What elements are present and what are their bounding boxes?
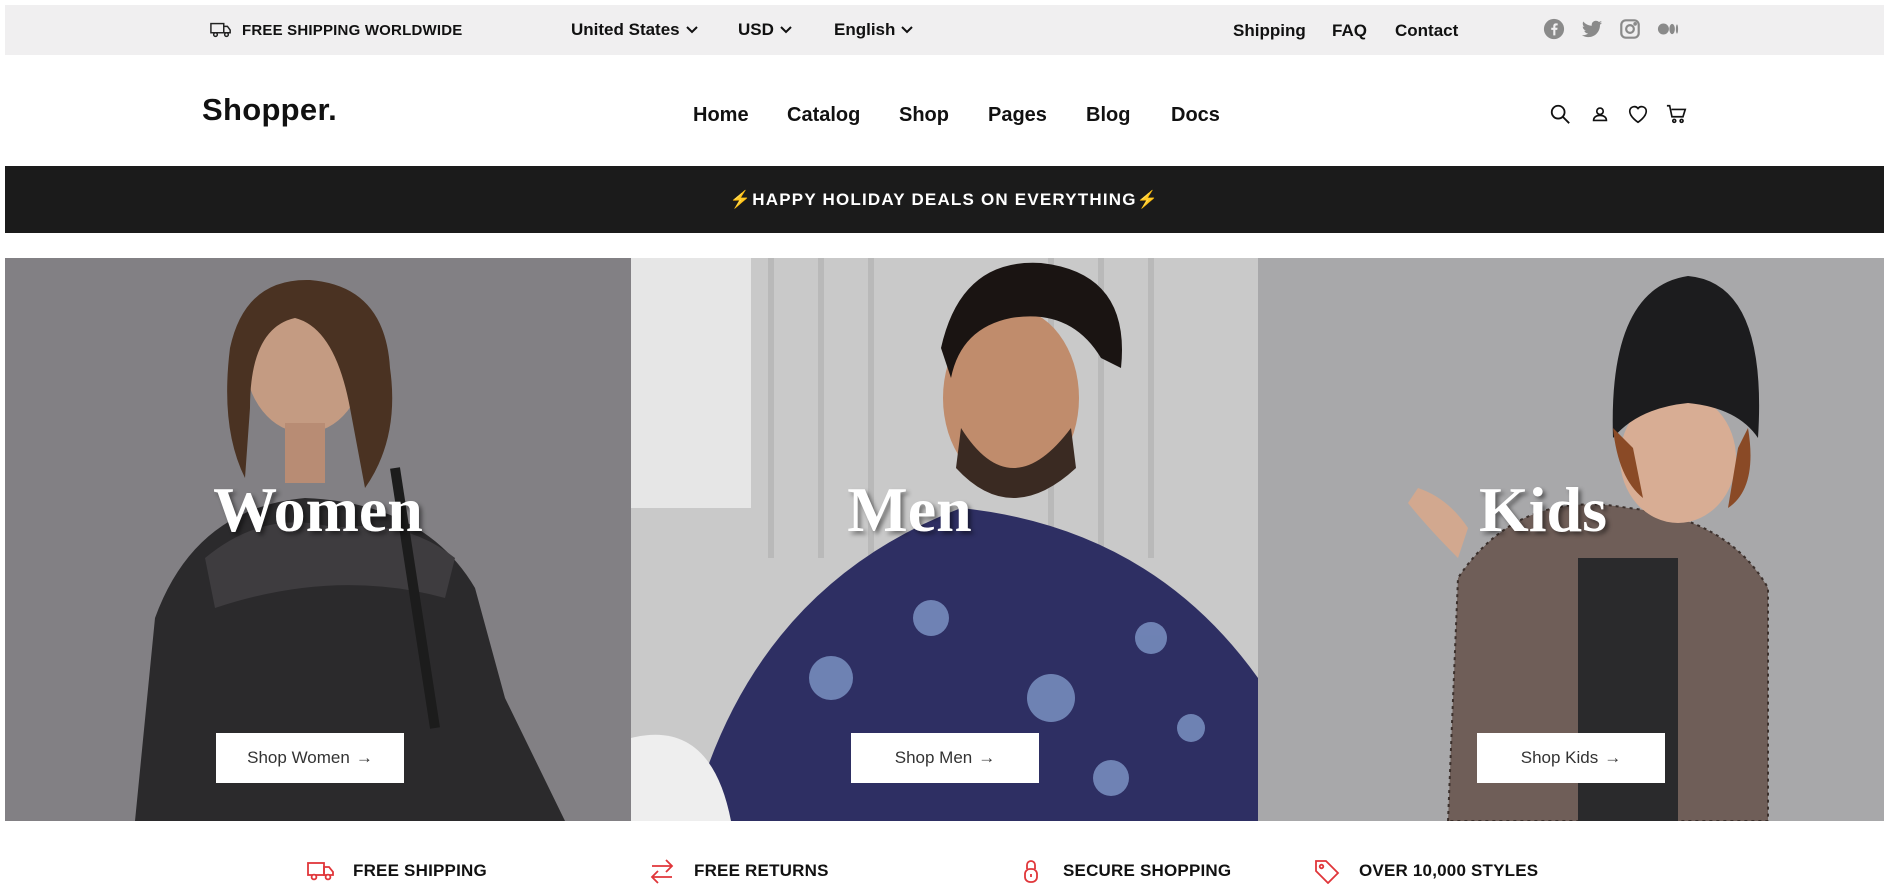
cart-icon[interactable] <box>1666 103 1688 125</box>
shop-kids-label: Shop Kids <box>1520 748 1599 767</box>
contact-link[interactable]: Contact <box>1395 21 1458 41</box>
truck-icon <box>210 22 231 38</box>
arrow-right-icon: → <box>1604 748 1622 767</box>
user-icon[interactable] <box>1589 103 1611 125</box>
shop-kids-button[interactable]: Shop Kids → <box>1477 733 1665 783</box>
feature-label: SECURE SHOPPING <box>1063 861 1232 880</box>
nav-blog[interactable]: Blog <box>1086 104 1130 127</box>
women-title: Women <box>213 474 423 545</box>
language-select-label: English <box>834 20 896 39</box>
faq-link[interactable]: FAQ <box>1332 21 1367 41</box>
feature-label: OVER 10,000 STYLES <box>1359 861 1539 880</box>
page: FREE SHIPPING WORLDWIDE United States US… <box>0 0 1887 887</box>
nav-home[interactable]: Home <box>693 104 749 127</box>
lightning-icon: ⚡ <box>729 189 753 209</box>
nav-shop[interactable]: Shop <box>899 104 949 127</box>
chevron-down-icon <box>901 26 914 34</box>
feature-free-shipping: FREE SHIPPING <box>307 858 487 884</box>
shop-women-label: Shop Women <box>247 748 350 767</box>
shipping-notice: FREE SHIPPING WORLDWIDE <box>210 21 462 39</box>
facebook-icon[interactable] <box>1543 18 1565 40</box>
hero-panel-kids[interactable]: Kids Shop Kids → <box>1258 258 1884 821</box>
arrow-right-icon: → <box>355 748 373 767</box>
nav-catalog[interactable]: Catalog <box>787 104 860 127</box>
currency-select[interactable]: USD <box>738 20 792 40</box>
kids-title: Kids <box>1478 474 1608 545</box>
search-icon[interactable] <box>1549 103 1571 125</box>
medium-icon[interactable] <box>1657 18 1679 40</box>
shipping-link[interactable]: Shipping <box>1233 21 1306 41</box>
tag-icon <box>1315 860 1340 884</box>
exchange-arrows-icon <box>650 859 674 884</box>
country-select-label: United States <box>571 20 680 39</box>
shop-women-button[interactable]: Shop Women → <box>216 733 404 783</box>
currency-select-label: USD <box>738 20 774 39</box>
feature-label: FREE RETURNS <box>694 861 829 880</box>
lock-icon <box>1024 860 1038 883</box>
site-logo[interactable]: Shopper. <box>202 92 337 128</box>
chevron-down-icon <box>685 26 698 34</box>
hero-panel-women[interactable]: Women Shop Women → <box>5 258 631 821</box>
chevron-down-icon <box>780 26 792 34</box>
promo-text: HAPPY HOLIDAY DEALS ON EVERYTHING <box>752 189 1137 209</box>
feature-secure-shopping: SECURE SHOPPING <box>1017 858 1231 884</box>
instagram-icon[interactable] <box>1619 18 1641 40</box>
twitter-icon[interactable] <box>1581 18 1603 40</box>
feature-styles: OVER 10,000 STYLES <box>1313 858 1538 884</box>
country-select[interactable]: United States <box>571 20 698 40</box>
nav-pages[interactable]: Pages <box>988 104 1047 127</box>
promo-banner: ⚡ HAPPY HOLIDAY DEALS ON EVERYTHING ⚡ <box>5 166 1884 233</box>
hero-panel-men[interactable]: Men Shop Men → <box>631 258 1258 821</box>
lightning-icon: ⚡ <box>1136 189 1160 209</box>
feature-free-returns: FREE RETURNS <box>648 858 829 884</box>
truck-icon <box>307 862 334 881</box>
shop-men-button[interactable]: Shop Men → <box>851 733 1039 783</box>
nav-docs[interactable]: Docs <box>1171 104 1220 127</box>
heart-icon[interactable] <box>1627 103 1649 125</box>
arrow-right-icon: → <box>978 748 996 767</box>
language-select[interactable]: English <box>834 20 914 40</box>
men-title: Men <box>847 474 972 545</box>
shipping-notice-text: FREE SHIPPING WORLDWIDE <box>242 21 463 39</box>
top-bar: FREE SHIPPING WORLDWIDE United States US… <box>5 5 1884 55</box>
shop-men-label: Shop Men <box>894 748 973 767</box>
feature-label: FREE SHIPPING <box>353 861 487 880</box>
